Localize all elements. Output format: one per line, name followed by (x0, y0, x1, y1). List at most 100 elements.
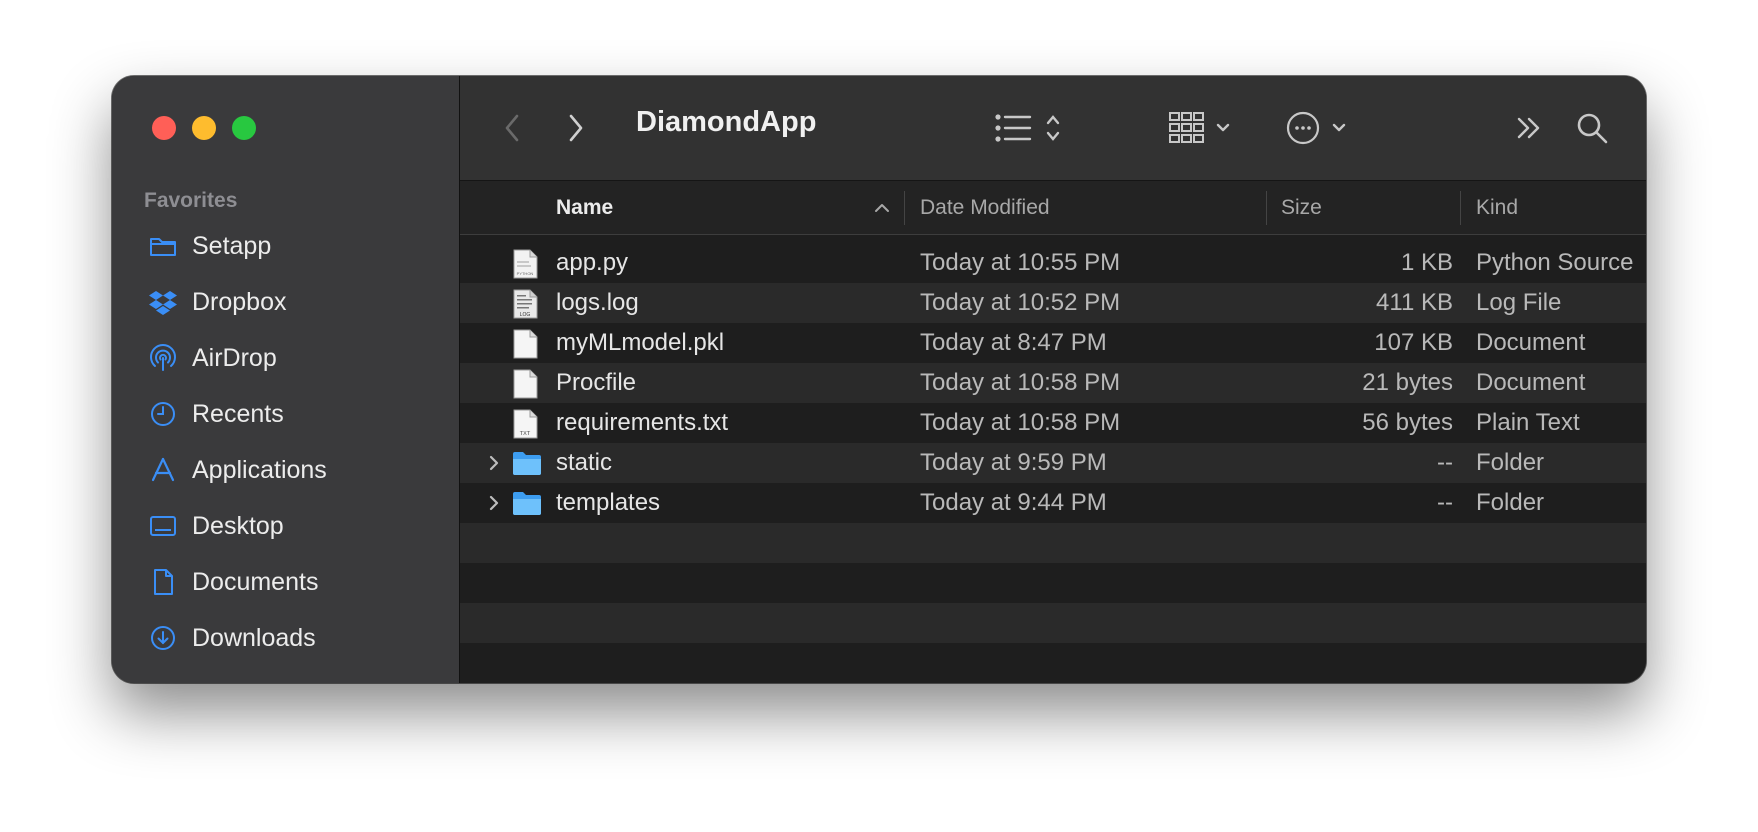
file-kind: Document (1476, 369, 1586, 396)
file-size: 1 KB (1400, 249, 1453, 276)
file-size: 56 bytes (1362, 409, 1453, 436)
finder-window: Favorites Setapp Dropbox AirDrop Recents… (112, 76, 1646, 683)
column-header-row: Name Date Modified Size Kind (460, 181, 1646, 235)
svg-text:TXT: TXT (520, 431, 531, 437)
sidebar: Favorites Setapp Dropbox AirDrop Recents… (112, 76, 460, 683)
file-row[interactable]: PYTHON app.py Today at 10:55 PM 1 KB Pyt… (460, 243, 1646, 283)
sidebar-item-label: Applications (192, 455, 327, 484)
sidebar-item-label: Dropbox (192, 287, 287, 316)
file-row[interactable]: myMLmodel.pkl Today at 8:47 PM 107 KB Do… (460, 323, 1646, 363)
double-chevron-right-icon (1517, 117, 1540, 139)
file-date: Today at 10:58 PM (920, 409, 1121, 436)
folder-row[interactable]: static Today at 9:59 PM -- Folder (460, 443, 1646, 483)
group-button[interactable] (1168, 108, 1238, 148)
file-size: -- (1437, 449, 1453, 476)
sidebar-item-label: Desktop (192, 511, 284, 540)
log-file-icon: LOG (512, 289, 538, 319)
sidebar-item-documents[interactable]: Documents (112, 554, 459, 610)
sidebar-item-label: AirDrop (192, 343, 277, 372)
main-pane: DiamondApp Name Date Modified Size Kind … (460, 76, 1646, 683)
download-icon (148, 623, 178, 653)
file-kind: Log File (1476, 289, 1562, 316)
file-kind: Python Source (1476, 249, 1634, 276)
sort-ascending-icon[interactable] (870, 181, 894, 234)
favorites-list: Setapp Dropbox AirDrop Recents Applicati… (112, 218, 459, 666)
column-divider[interactable] (1460, 191, 1461, 225)
file-row[interactable]: TXT requirements.txt Today at 10:58 PM 5… (460, 403, 1646, 443)
svg-text:PYTHON: PYTHON (517, 271, 534, 276)
file-list: PYTHON app.py Today at 10:55 PM 1 KB Pyt… (460, 243, 1646, 683)
document-icon (148, 567, 178, 597)
file-date: Today at 8:47 PM (920, 329, 1107, 356)
document-file-icon (512, 329, 538, 359)
column-header-name[interactable]: Name (556, 181, 613, 234)
sidebar-item-label: Documents (192, 567, 319, 596)
window-title: DiamondApp (636, 106, 817, 138)
document-file-icon (512, 369, 538, 399)
search-button[interactable] (1574, 108, 1610, 148)
sidebar-item-dropbox[interactable]: Dropbox (112, 274, 459, 330)
text-file-icon: TXT (512, 409, 538, 439)
folder-icon (148, 231, 178, 261)
file-kind: Folder (1476, 489, 1545, 516)
file-row[interactable]: LOG logs.log Today at 10:52 PM 411 KB Lo… (460, 283, 1646, 323)
sidebar-item-label: Recents (192, 399, 284, 428)
column-header-date-modified[interactable]: Date Modified (920, 181, 1050, 234)
folder-icon (512, 490, 542, 520)
empty-row (460, 603, 1646, 643)
sidebar-item-airdrop[interactable]: AirDrop (112, 330, 459, 386)
action-menu-button[interactable] (1286, 108, 1356, 148)
favorites-heading: Favorites (144, 189, 238, 212)
file-kind: Plain Text (1476, 409, 1580, 436)
sidebar-item-desktop[interactable]: Desktop (112, 498, 459, 554)
desktop-icon (148, 511, 178, 541)
file-name: Procfile (556, 369, 637, 396)
column-divider[interactable] (1266, 191, 1267, 225)
toolbar: DiamondApp (460, 76, 1646, 181)
back-button[interactable] (500, 108, 524, 148)
clock-icon (148, 399, 178, 429)
more-toolbar-items-button[interactable] (1514, 110, 1544, 146)
column-header-size[interactable]: Size (1281, 181, 1322, 234)
file-row[interactable]: Procfile Today at 10:58 PM 21 bytes Docu… (460, 363, 1646, 403)
empty-row (460, 563, 1646, 603)
close-window-button[interactable] (152, 116, 176, 140)
file-size: -- (1437, 489, 1453, 516)
view-options-button[interactable] (994, 108, 1070, 148)
file-name: templates (556, 489, 661, 516)
dropbox-icon (148, 287, 178, 317)
empty-row (460, 643, 1646, 683)
python-file-icon: PYTHON (512, 249, 538, 279)
search-icon (1577, 113, 1608, 144)
file-date: Today at 9:59 PM (920, 449, 1107, 476)
file-size: 411 KB (1376, 289, 1453, 316)
sidebar-item-downloads[interactable]: Downloads (112, 610, 459, 666)
file-name: logs.log (556, 289, 639, 316)
file-name: static (556, 449, 613, 476)
file-kind: Document (1476, 329, 1586, 356)
file-size: 21 bytes (1362, 369, 1453, 396)
sidebar-item-label: Downloads (192, 623, 316, 652)
folder-row[interactable]: templates Today at 9:44 PM -- Folder (460, 483, 1646, 523)
minimize-window-button[interactable] (192, 116, 216, 140)
chevron-left-icon (505, 114, 519, 142)
file-date: Today at 10:55 PM (920, 249, 1121, 276)
applications-icon (148, 455, 178, 485)
file-date: Today at 10:58 PM (920, 369, 1121, 396)
file-date: Today at 9:44 PM (920, 489, 1107, 516)
disclosure-triangle[interactable] (488, 443, 500, 483)
chevron-right-icon (489, 495, 499, 511)
sidebar-item-label: Setapp (192, 231, 272, 260)
disclosure-triangle[interactable] (488, 483, 500, 523)
zoom-window-button[interactable] (232, 116, 256, 140)
chevron-right-icon (569, 114, 583, 142)
file-name: app.py (556, 249, 629, 276)
sidebar-item-recents[interactable]: Recents (112, 386, 459, 442)
forward-button[interactable] (564, 108, 588, 148)
sidebar-item-setapp[interactable]: Setapp (112, 218, 459, 274)
file-date: Today at 10:52 PM (920, 289, 1121, 316)
airdrop-icon (148, 343, 178, 373)
column-header-kind[interactable]: Kind (1476, 181, 1518, 234)
sidebar-item-applications[interactable]: Applications (112, 442, 459, 498)
column-divider[interactable] (904, 191, 905, 225)
